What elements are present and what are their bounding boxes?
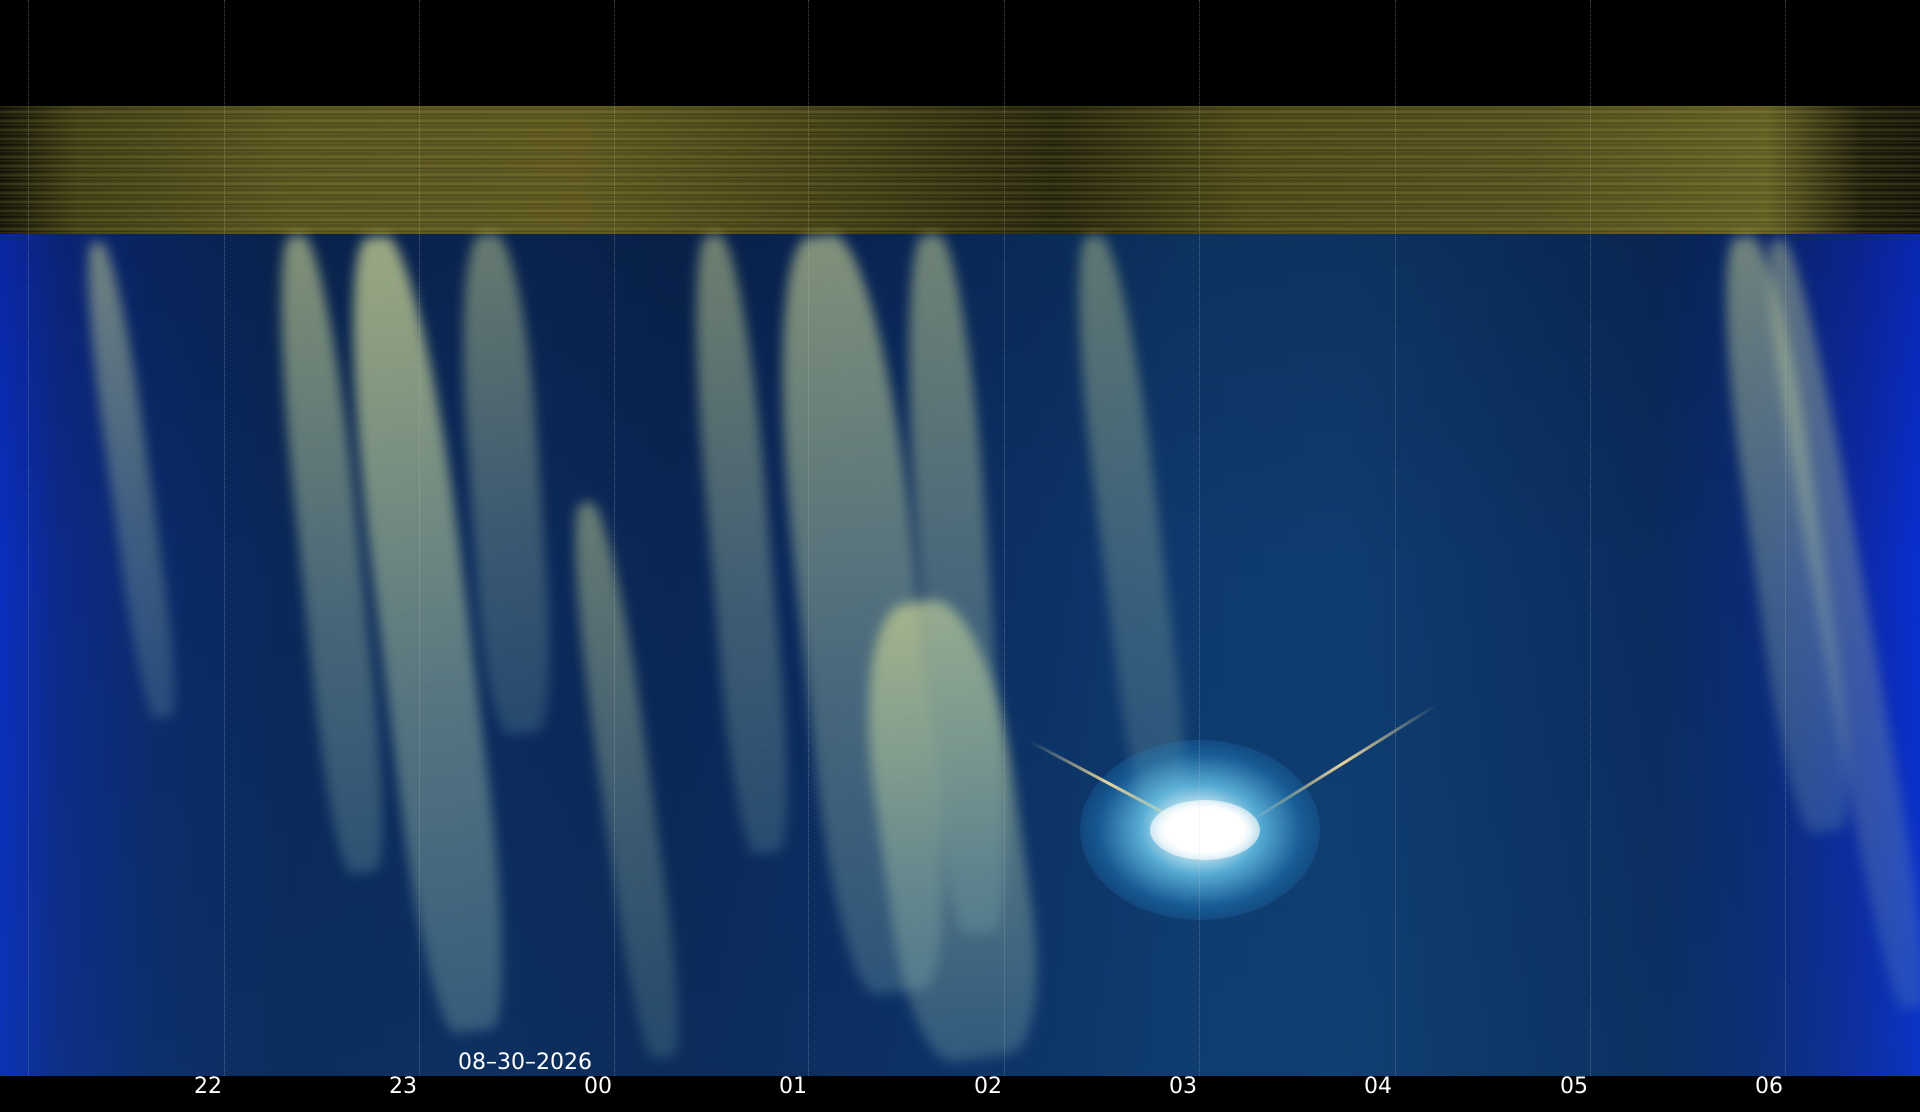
time-tick-label: 03 [1169,1074,1197,1099]
time-tick-label: 02 [974,1074,1002,1099]
date-label: 08–30–2026 [458,1050,592,1075]
grid-line [1199,0,1201,1078]
time-tick-label: 06 [1755,1074,1783,1099]
grid-line [614,0,616,1078]
horizon-streak-band [0,106,1920,234]
grid-line [808,0,810,1078]
grid-line [1590,0,1592,1078]
time-tick-label: 22 [194,1074,222,1099]
keogram-image: 08–30–2026 22 23 00 01 02 03 04 05 06 [0,0,1920,1112]
grid-line [28,0,30,1078]
grid-line [1785,0,1787,1078]
top-dark-band [0,0,1920,106]
grid-line [1004,0,1006,1078]
time-tick-label: 23 [389,1074,417,1099]
grid-line [419,0,421,1078]
time-tick-label: 00 [584,1074,612,1099]
grid-line [224,0,226,1078]
grid-line [1395,0,1397,1078]
time-tick-label: 01 [779,1074,807,1099]
sun-core [1150,800,1260,860]
time-tick-label: 04 [1364,1074,1392,1099]
time-tick-label: 05 [1560,1074,1588,1099]
time-axis [0,1076,1920,1112]
